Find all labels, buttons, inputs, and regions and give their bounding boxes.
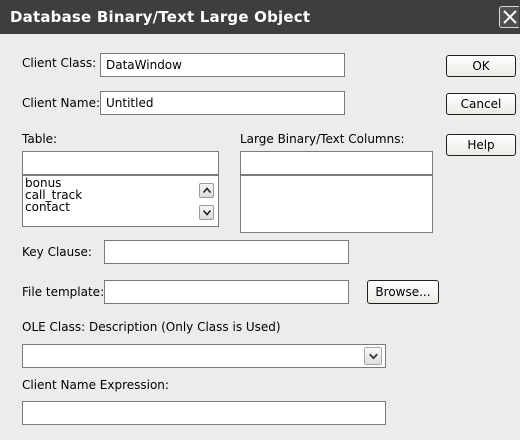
chevron-down-icon bbox=[203, 209, 211, 216]
table-label: Table: bbox=[22, 132, 58, 146]
file-template-label: File template: bbox=[22, 285, 105, 299]
help-button[interactable]: Help bbox=[446, 134, 516, 156]
ole-class-label: OLE Class: Description (Only Class is Us… bbox=[22, 320, 281, 334]
scroll-down-button[interactable] bbox=[199, 205, 214, 220]
title-bar: Database Binary/Text Large Object bbox=[0, 0, 520, 34]
ok-button[interactable]: OK bbox=[446, 55, 516, 77]
scroll-up-button[interactable] bbox=[199, 183, 214, 198]
chevron-up-icon bbox=[203, 187, 211, 194]
key-clause-field[interactable] bbox=[104, 240, 349, 264]
key-clause-label: Key Clause: bbox=[22, 245, 92, 259]
client-class-field[interactable]: DataWindow bbox=[100, 53, 345, 77]
client-name-expression-field[interactable] bbox=[22, 401, 386, 425]
chevron-down-icon bbox=[369, 353, 378, 360]
ole-class-dropdown-button[interactable] bbox=[364, 347, 382, 365]
list-item[interactable]: contact bbox=[25, 201, 82, 213]
ole-class-combobox[interactable] bbox=[22, 344, 386, 368]
close-button[interactable] bbox=[499, 6, 519, 28]
large-columns-input[interactable] bbox=[240, 151, 433, 175]
window-title: Database Binary/Text Large Object bbox=[10, 8, 311, 26]
client-name-field[interactable]: Untitled bbox=[100, 91, 345, 115]
table-input[interactable] bbox=[22, 151, 219, 175]
browse-button[interactable]: Browse... bbox=[367, 280, 439, 304]
close-icon bbox=[503, 10, 517, 24]
table-listbox[interactable]: bonus call_track contact bbox=[22, 175, 219, 227]
large-columns-listbox[interactable] bbox=[240, 175, 433, 233]
cancel-button[interactable]: Cancel bbox=[446, 93, 516, 115]
client-name-label: Client Name: bbox=[22, 96, 100, 110]
large-columns-label: Large Binary/Text Columns: bbox=[240, 132, 405, 146]
client-class-label: Client Class: bbox=[22, 56, 97, 70]
client-name-expression-label: Client Name Expression: bbox=[22, 378, 169, 392]
file-template-field[interactable] bbox=[104, 280, 349, 304]
